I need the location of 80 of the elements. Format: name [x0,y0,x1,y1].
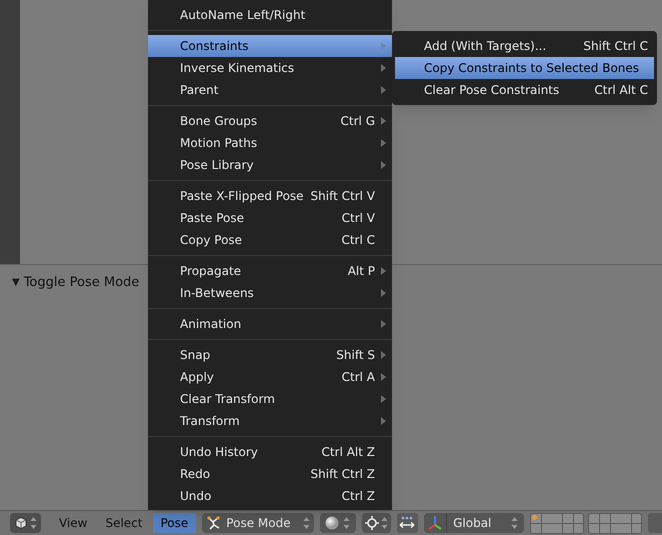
menu-item[interactable]: AutoName Left/Right [148,4,392,26]
manipulator-toggle[interactable] [396,513,418,533]
disclosure-triangle-icon[interactable]: ▼ [12,275,20,290]
submenu-arrow-icon [381,139,386,147]
submenu-arrow-icon [381,289,386,297]
menu-item[interactable]: Undo History Ctrl Alt Z [148,441,392,463]
submenu-arrow-icon [381,161,386,169]
layer-toggle[interactable] [610,524,621,532]
menu-item[interactable]: Constraints [148,35,392,57]
submenu-arrow-icon [381,373,386,381]
menu-item[interactable]: Copy Constraints to Selected Bones [395,57,654,79]
layer-toggle[interactable] [600,514,610,522]
header-menu[interactable]: Pose [152,513,196,533]
shading-dropdown[interactable] [320,513,356,533]
submenu-arrow-icon [381,267,386,275]
menu-item[interactable]: Copy Pose Ctrl C [148,229,392,251]
up-down-arrows-icon [302,516,310,530]
layer-toggle[interactable] [632,514,642,522]
menu-item[interactable]: Paste X-Flipped Pose Shift Ctrl V [148,185,392,207]
cube-icon [14,516,28,530]
layer-toggle[interactable] [621,524,632,532]
menu-item[interactable]: Pose Library [148,154,392,176]
up-down-arrows-icon [343,516,350,530]
submenu-arrow-icon [381,117,386,125]
panel-title: Toggle Pose Mode [24,274,140,292]
menu-item[interactable]: In-Betweens [148,282,392,304]
crosshair-icon [364,516,379,530]
menu-item[interactable]: Undo Ctrl Z [148,485,392,507]
menu-item[interactable]: Clear Pose Constraints Ctrl Alt C [395,79,654,101]
layer-toggle[interactable] [563,514,573,522]
up-down-arrows-icon [30,516,37,530]
submenu-arrow-icon [381,351,386,359]
pose-figure-icon [206,515,222,531]
menu-item[interactable]: Motion Paths [148,132,392,154]
menu-item[interactable]: Transform [148,410,392,432]
submenu-arrow-icon [381,417,386,425]
layer-toggle[interactable] [531,524,542,532]
editor-type-button[interactable] [10,513,41,533]
menu-item[interactable]: Redo Shift Ctrl Z [148,463,392,485]
layer-toggle[interactable] [563,524,573,532]
header-menu[interactable]: View [50,513,96,533]
layer-toggle[interactable] [600,524,610,532]
submenu-arrow-icon [381,42,386,50]
menu-item[interactable]: Apply Ctrl A [148,366,392,388]
menu-item[interactable]: Propagate Alt P [148,260,392,282]
menu-item[interactable]: Snap Shift S [148,344,392,366]
up-down-arrows-icon [380,516,388,530]
layer-toggle[interactable] [531,514,542,522]
submenu-arrow-icon [381,64,386,72]
layer-toggle[interactable] [589,524,600,532]
pivot-dropdown[interactable] [362,513,391,533]
submenu-arrow-icon [381,320,386,328]
mode-dropdown[interactable]: Pose Mode [202,513,314,533]
orientation-dropdown[interactable]: Global [446,513,524,533]
layer-toggle[interactable] [621,514,632,522]
menu-item[interactable]: Animation [148,313,392,335]
move-arrows-icon [398,516,416,530]
header-menu[interactable]: Select [97,513,150,533]
layer-toggle[interactable] [542,524,552,532]
menu-item[interactable]: Add (With Targets)... Shift Ctrl C [395,35,654,57]
layer-toggle[interactable] [552,524,562,532]
submenu-arrow-icon [381,86,386,94]
menu-item[interactable]: Clear Transform [148,388,392,410]
menu-item[interactable]: Parent [148,79,392,101]
layer-toggle[interactable] [589,514,600,522]
layer-toggle[interactable] [632,524,642,532]
layer-toggle[interactable] [542,514,552,522]
toolbar-button[interactable] [648,513,662,533]
submenu-arrow-icon [381,395,386,403]
layer-toggle[interactable] [574,514,584,522]
layer-toggle[interactable] [574,524,584,532]
menu-item[interactable]: Inverse Kinematics [148,57,392,79]
layer-toggle[interactable] [610,514,621,522]
up-down-arrows-icon [511,516,518,530]
layer-toggle[interactable] [552,514,562,522]
axes-icon [427,515,444,531]
orientation-axes-button[interactable] [424,513,446,533]
sphere-icon [325,516,340,530]
menu-item[interactable]: Bone Groups Ctrl G [148,110,392,132]
menu-item[interactable]: Paste Pose Ctrl V [148,207,392,229]
